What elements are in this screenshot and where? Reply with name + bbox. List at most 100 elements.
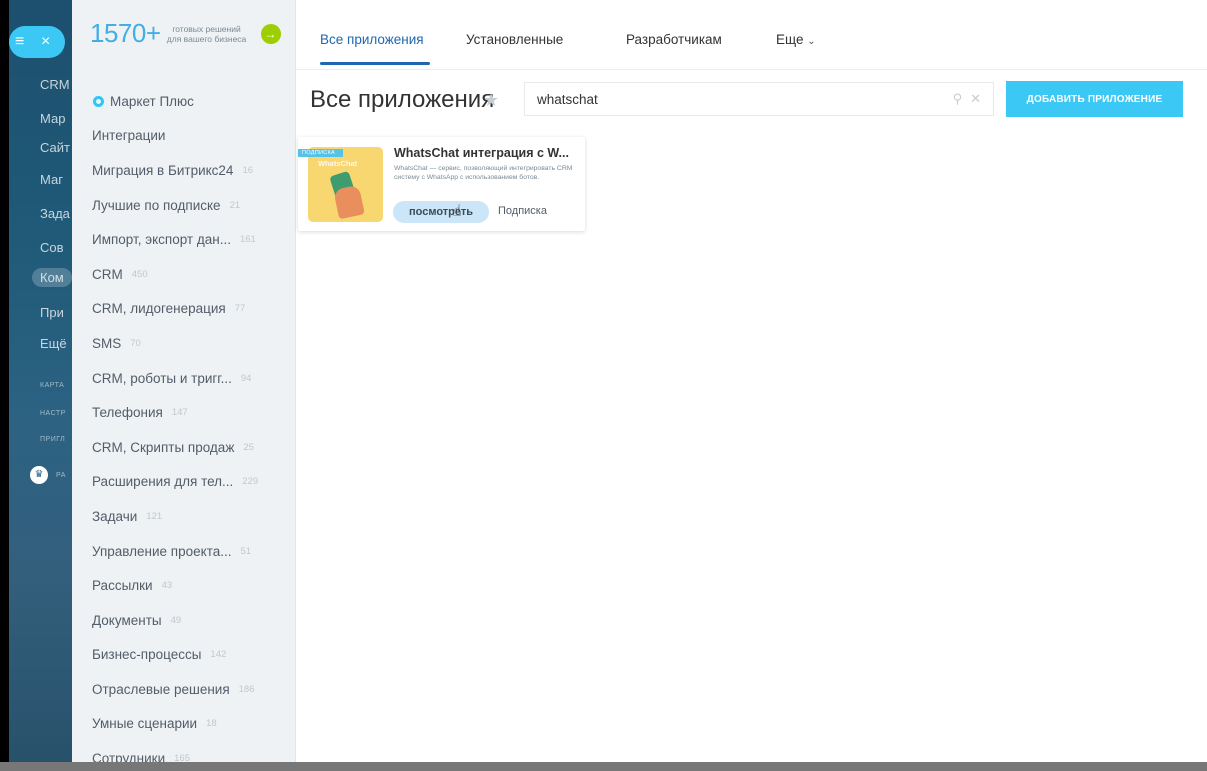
category-count: 18 <box>206 718 217 730</box>
category-item[interactable]: CRM, Скрипты продаж 25 <box>92 430 258 465</box>
hamburger-icon: ≡ <box>15 33 25 50</box>
search-icon[interactable]: ⚲ <box>953 91 963 107</box>
category-label: Документы <box>92 612 162 628</box>
market-count: 1570+ <box>90 18 161 48</box>
category-label: Маркет Плюс <box>110 93 194 109</box>
active-tab-indicator <box>320 62 430 65</box>
clear-icon[interactable]: ✕ <box>970 91 981 107</box>
tab-developers[interactable]: Разработчикам <box>626 32 722 47</box>
category-count: 450 <box>131 268 148 280</box>
page-title: Все приложения <box>310 86 495 113</box>
category-label: Лучшие по подписке <box>92 197 221 213</box>
close-icon: × <box>41 33 51 50</box>
tab-installed[interactable]: Установленные <box>466 32 563 47</box>
category-label: Отраслевые решения <box>92 681 230 697</box>
category-item[interactable]: CRM 450 <box>92 257 258 292</box>
category-item[interactable]: Управление проекта... 51 <box>92 534 258 569</box>
nav-small-settings[interactable]: НАСТР <box>40 410 66 417</box>
category-label: Телефония <box>92 405 163 421</box>
tab-more-label: Еще <box>776 32 804 47</box>
category-item[interactable]: Отраслевые решения 186 <box>92 672 258 707</box>
nav-item-3[interactable]: Сайт <box>40 140 70 155</box>
search-input[interactable] <box>537 91 947 107</box>
category-item[interactable]: CRM, лидогенерация 77 <box>92 292 258 327</box>
category-count: 16 <box>242 164 254 176</box>
market-logo[interactable]: 1570+ готовых решений для вашего бизнеса… <box>90 18 281 49</box>
app-thumbnail[interactable]: WhatsChat <box>308 147 383 222</box>
category-item[interactable]: Документы 49 <box>92 603 258 638</box>
category-count: 43 <box>161 580 173 592</box>
category-count: 51 <box>240 545 252 557</box>
category-count: 94 <box>240 372 252 384</box>
category-label: CRM, Скрипты продаж <box>92 439 235 455</box>
menu-toggle-button[interactable]: ≡ × <box>9 26 65 58</box>
category-label: Импорт, экспорт дан... <box>92 232 231 248</box>
tab-all-apps[interactable]: Все приложения <box>320 32 424 47</box>
nav-item-crm[interactable]: CRM <box>40 77 70 92</box>
category-item[interactable]: Бизнес-процессы 142 <box>92 638 258 673</box>
app-title[interactable]: WhatsChat интеграция с W... <box>394 146 569 160</box>
category-label: Управление проекта... <box>92 543 232 559</box>
category-count: 21 <box>229 199 241 211</box>
app-description: WhatsChat — сервис, позволяющий интегрир… <box>394 165 573 181</box>
hand-illustration <box>333 184 365 220</box>
category-count: 186 <box>238 683 255 695</box>
nav-item-more[interactable]: Ещё <box>40 336 67 351</box>
nav-item-2[interactable]: Мар <box>40 111 65 126</box>
main-left-nav: ≡ × CRM Мар Сайт Маг Зада Сов Ком При Ещ… <box>0 0 72 771</box>
add-app-button[interactable]: ДОБАВИТЬ ПРИЛОЖЕНИЕ <box>1006 81 1183 117</box>
nav-item-6[interactable]: Сов <box>40 240 64 255</box>
category-item[interactable]: SMS 70 <box>92 326 258 361</box>
nav-small-invite[interactable]: ПРИГЛ <box>40 436 65 443</box>
category-label: Умные сценарии <box>92 716 198 732</box>
category-count: 77 <box>234 303 246 315</box>
subscription-badge: ПОДПИСКА <box>298 149 343 157</box>
category-item[interactable]: Задачи 121 <box>92 499 258 534</box>
category-item[interactable]: Расширения для тел... 229 <box>92 465 258 500</box>
category-list: Маркет Плюс Интеграции Миграция в Битрик… <box>92 84 258 771</box>
pricing-label: Подписка <box>498 205 547 217</box>
star-icon[interactable]: ★ <box>483 90 499 111</box>
category-count: 229 <box>242 476 259 488</box>
category-label: Интеграции <box>92 128 166 144</box>
search-box[interactable]: ⚲ ✕ <box>524 82 994 116</box>
view-button[interactable]: посмотреть <box>393 201 489 223</box>
category-item[interactable]: Миграция в Битрикс24 16 <box>92 153 258 188</box>
category-label: CRM, лидогенерация <box>92 301 226 317</box>
tab-more[interactable]: Еще ⌄ <box>776 32 816 47</box>
nav-item-8[interactable]: При <box>40 305 64 320</box>
app-card[interactable]: WhatsChat ПОДПИСКА WhatsChat интеграция … <box>298 137 585 231</box>
bottom-edge <box>0 762 1207 771</box>
category-item[interactable]: Лучшие по подписке 21 <box>92 188 258 223</box>
crown-icon[interactable]: ♛ <box>30 466 48 484</box>
category-label: SMS <box>92 335 122 351</box>
category-label: Расширения для тел... <box>92 474 234 490</box>
market-category-panel: 1570+ готовых решений для вашего бизнеса… <box>72 0 296 771</box>
screen-edge <box>0 0 9 771</box>
category-count: 161 <box>239 234 256 246</box>
category-label: CRM <box>92 266 123 282</box>
market-tagline: готовых решений для вашего бизнеса <box>166 23 247 44</box>
category-count: 147 <box>171 407 188 419</box>
nav-small-map[interactable]: КАРТА <box>40 382 64 389</box>
nav-small-plan[interactable]: РА <box>56 472 66 479</box>
nav-item-5[interactable]: Зада <box>40 206 70 221</box>
category-count: 70 <box>130 337 141 349</box>
category-item[interactable]: Рассылки 43 <box>92 568 258 603</box>
top-tab-bar: Все приложения Установленные Разработчик… <box>296 0 1207 70</box>
chevron-down-icon: ⌄ <box>807 36 816 47</box>
nav-item-7-active[interactable]: Ком <box>32 268 72 287</box>
category-item[interactable]: Телефония 147 <box>92 395 258 430</box>
category-item[interactable]: Импорт, экспорт дан... 161 <box>92 222 258 257</box>
category-count: 25 <box>243 441 254 453</box>
category-label: CRM, роботы и тригг... <box>92 370 232 386</box>
category-label: Миграция в Битрикс24 <box>92 162 234 178</box>
category-item[interactable]: Интеграции <box>92 119 258 154</box>
category-count: 142 <box>210 649 227 661</box>
arrow-right-icon[interactable]: → <box>260 23 281 44</box>
category-item[interactable]: CRM, роботы и тригг... 94 <box>92 361 258 396</box>
category-item[interactable]: Умные сценарии 18 <box>92 707 258 742</box>
category-label: Рассылки <box>92 578 153 594</box>
category-item-market-plus[interactable]: Маркет Плюс <box>92 84 258 119</box>
nav-item-4[interactable]: Маг <box>40 172 63 187</box>
